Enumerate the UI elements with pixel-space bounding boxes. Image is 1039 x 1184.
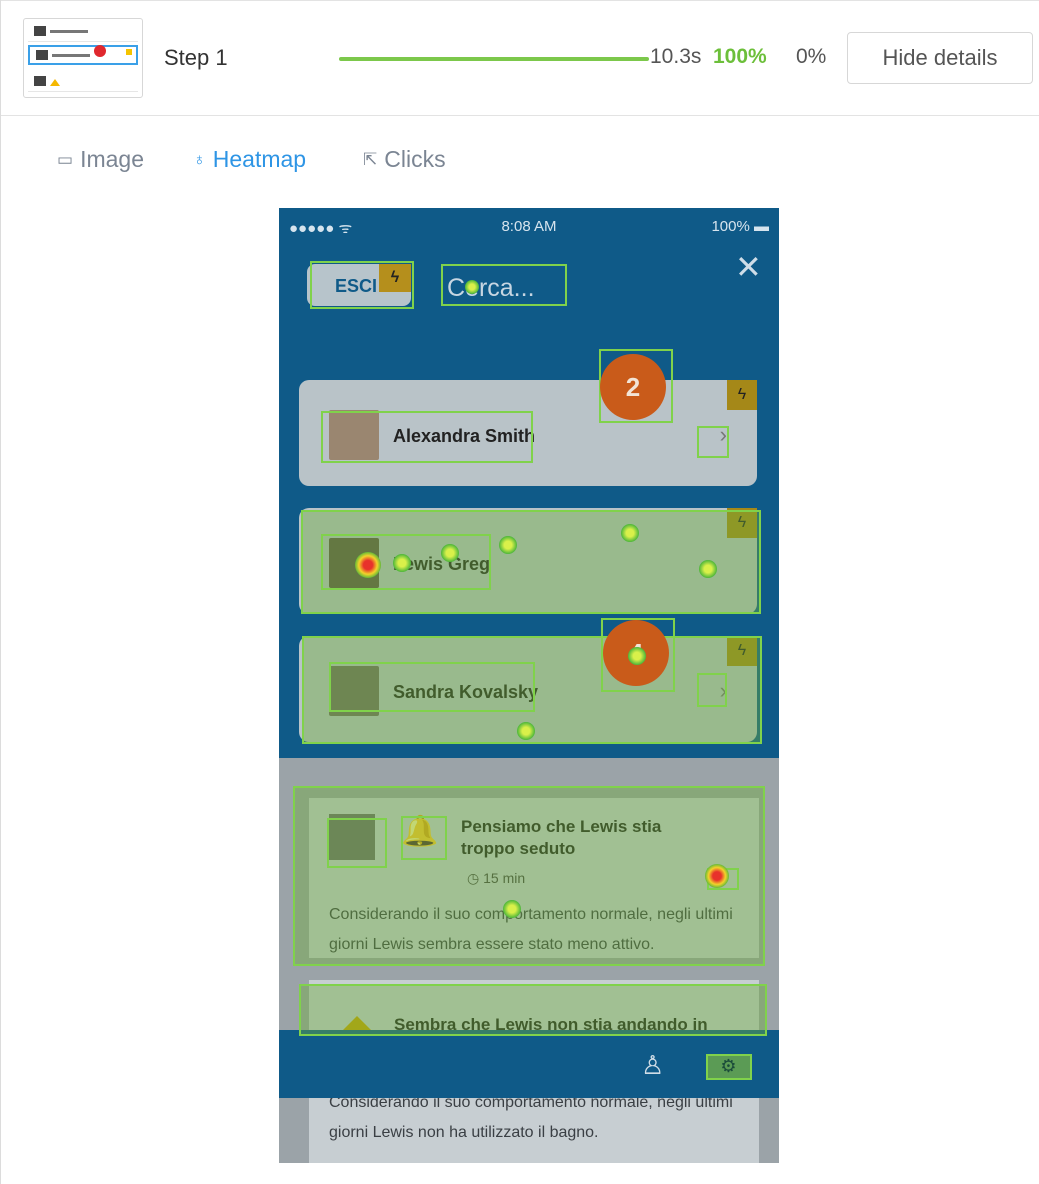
tab-clicks[interactable]: ⇱ Clicks bbox=[363, 146, 446, 173]
page-frame: Step 1 10.3s 100% 0% Hide details ▭ Image… bbox=[0, 0, 1039, 1184]
heat-spot bbox=[393, 554, 411, 572]
click-target-box bbox=[329, 662, 535, 712]
step-time: 10.3s bbox=[650, 45, 702, 68]
heat-spot bbox=[465, 280, 479, 294]
status-bar: ●●●●● ᯤ 8:08 AM 100% ▬ bbox=[279, 218, 779, 238]
flame-icon: ♁ bbox=[193, 150, 206, 169]
hide-details-button[interactable]: Hide details bbox=[847, 32, 1033, 84]
heat-spot bbox=[517, 722, 535, 740]
click-target-box bbox=[706, 1054, 752, 1080]
click-target-box bbox=[293, 786, 765, 966]
thumb-row bbox=[28, 23, 138, 42]
heat-spot bbox=[621, 524, 639, 542]
click-target-box bbox=[697, 673, 727, 707]
click-target-box bbox=[441, 264, 567, 306]
tab-label: Heatmap bbox=[212, 146, 307, 172]
close-icon[interactable]: ✕ bbox=[735, 248, 762, 286]
click-target-box bbox=[401, 816, 447, 860]
step-thumbnail[interactable] bbox=[23, 18, 143, 98]
heat-spot bbox=[355, 552, 381, 578]
heat-spot bbox=[499, 536, 517, 554]
click-target-box bbox=[310, 261, 414, 309]
click-target-box bbox=[327, 818, 387, 868]
tab-label: Clicks bbox=[384, 146, 446, 172]
step-label: Step 1 bbox=[164, 45, 228, 70]
heatmap-screenshot: ●●●●● ᯤ 8:08 AM 100% ▬ ✕ ESCI ϟ Cerca...… bbox=[279, 208, 779, 1163]
app-tab-bar: ♙ ⚙ bbox=[279, 1030, 779, 1098]
step-progress-bar bbox=[339, 57, 649, 61]
heat-spot bbox=[628, 647, 646, 665]
click-target-box bbox=[321, 411, 533, 463]
thumb-row-highlighted bbox=[28, 45, 138, 65]
thumb-row bbox=[28, 73, 138, 92]
tab-label: Image bbox=[80, 146, 144, 172]
click-target-box bbox=[299, 984, 767, 1036]
fail-percentage: 0% bbox=[796, 45, 827, 68]
step-header: Step 1 10.3s 100% 0% Hide details bbox=[1, 0, 1039, 116]
person-icon[interactable]: ♙ bbox=[641, 1050, 664, 1081]
heat-spot bbox=[699, 560, 717, 578]
heat-spot bbox=[441, 544, 459, 562]
tab-image[interactable]: ▭ Image bbox=[57, 146, 144, 173]
battery-indicator: 100% ▬ bbox=[711, 218, 769, 235]
click-target-box bbox=[697, 426, 729, 458]
heat-spot bbox=[705, 864, 729, 888]
tab-heatmap[interactable]: ♁ Heatmap bbox=[193, 146, 306, 173]
image-icon: ▭ bbox=[57, 150, 74, 169]
success-percentage: 100% bbox=[713, 45, 767, 68]
status-time: 8:08 AM bbox=[501, 218, 557, 235]
pointer-icon: ⇱ bbox=[363, 150, 378, 169]
heat-spot bbox=[503, 900, 521, 918]
bolt-icon: ϟ bbox=[727, 380, 757, 410]
click-count-badge: 2 bbox=[600, 354, 666, 420]
